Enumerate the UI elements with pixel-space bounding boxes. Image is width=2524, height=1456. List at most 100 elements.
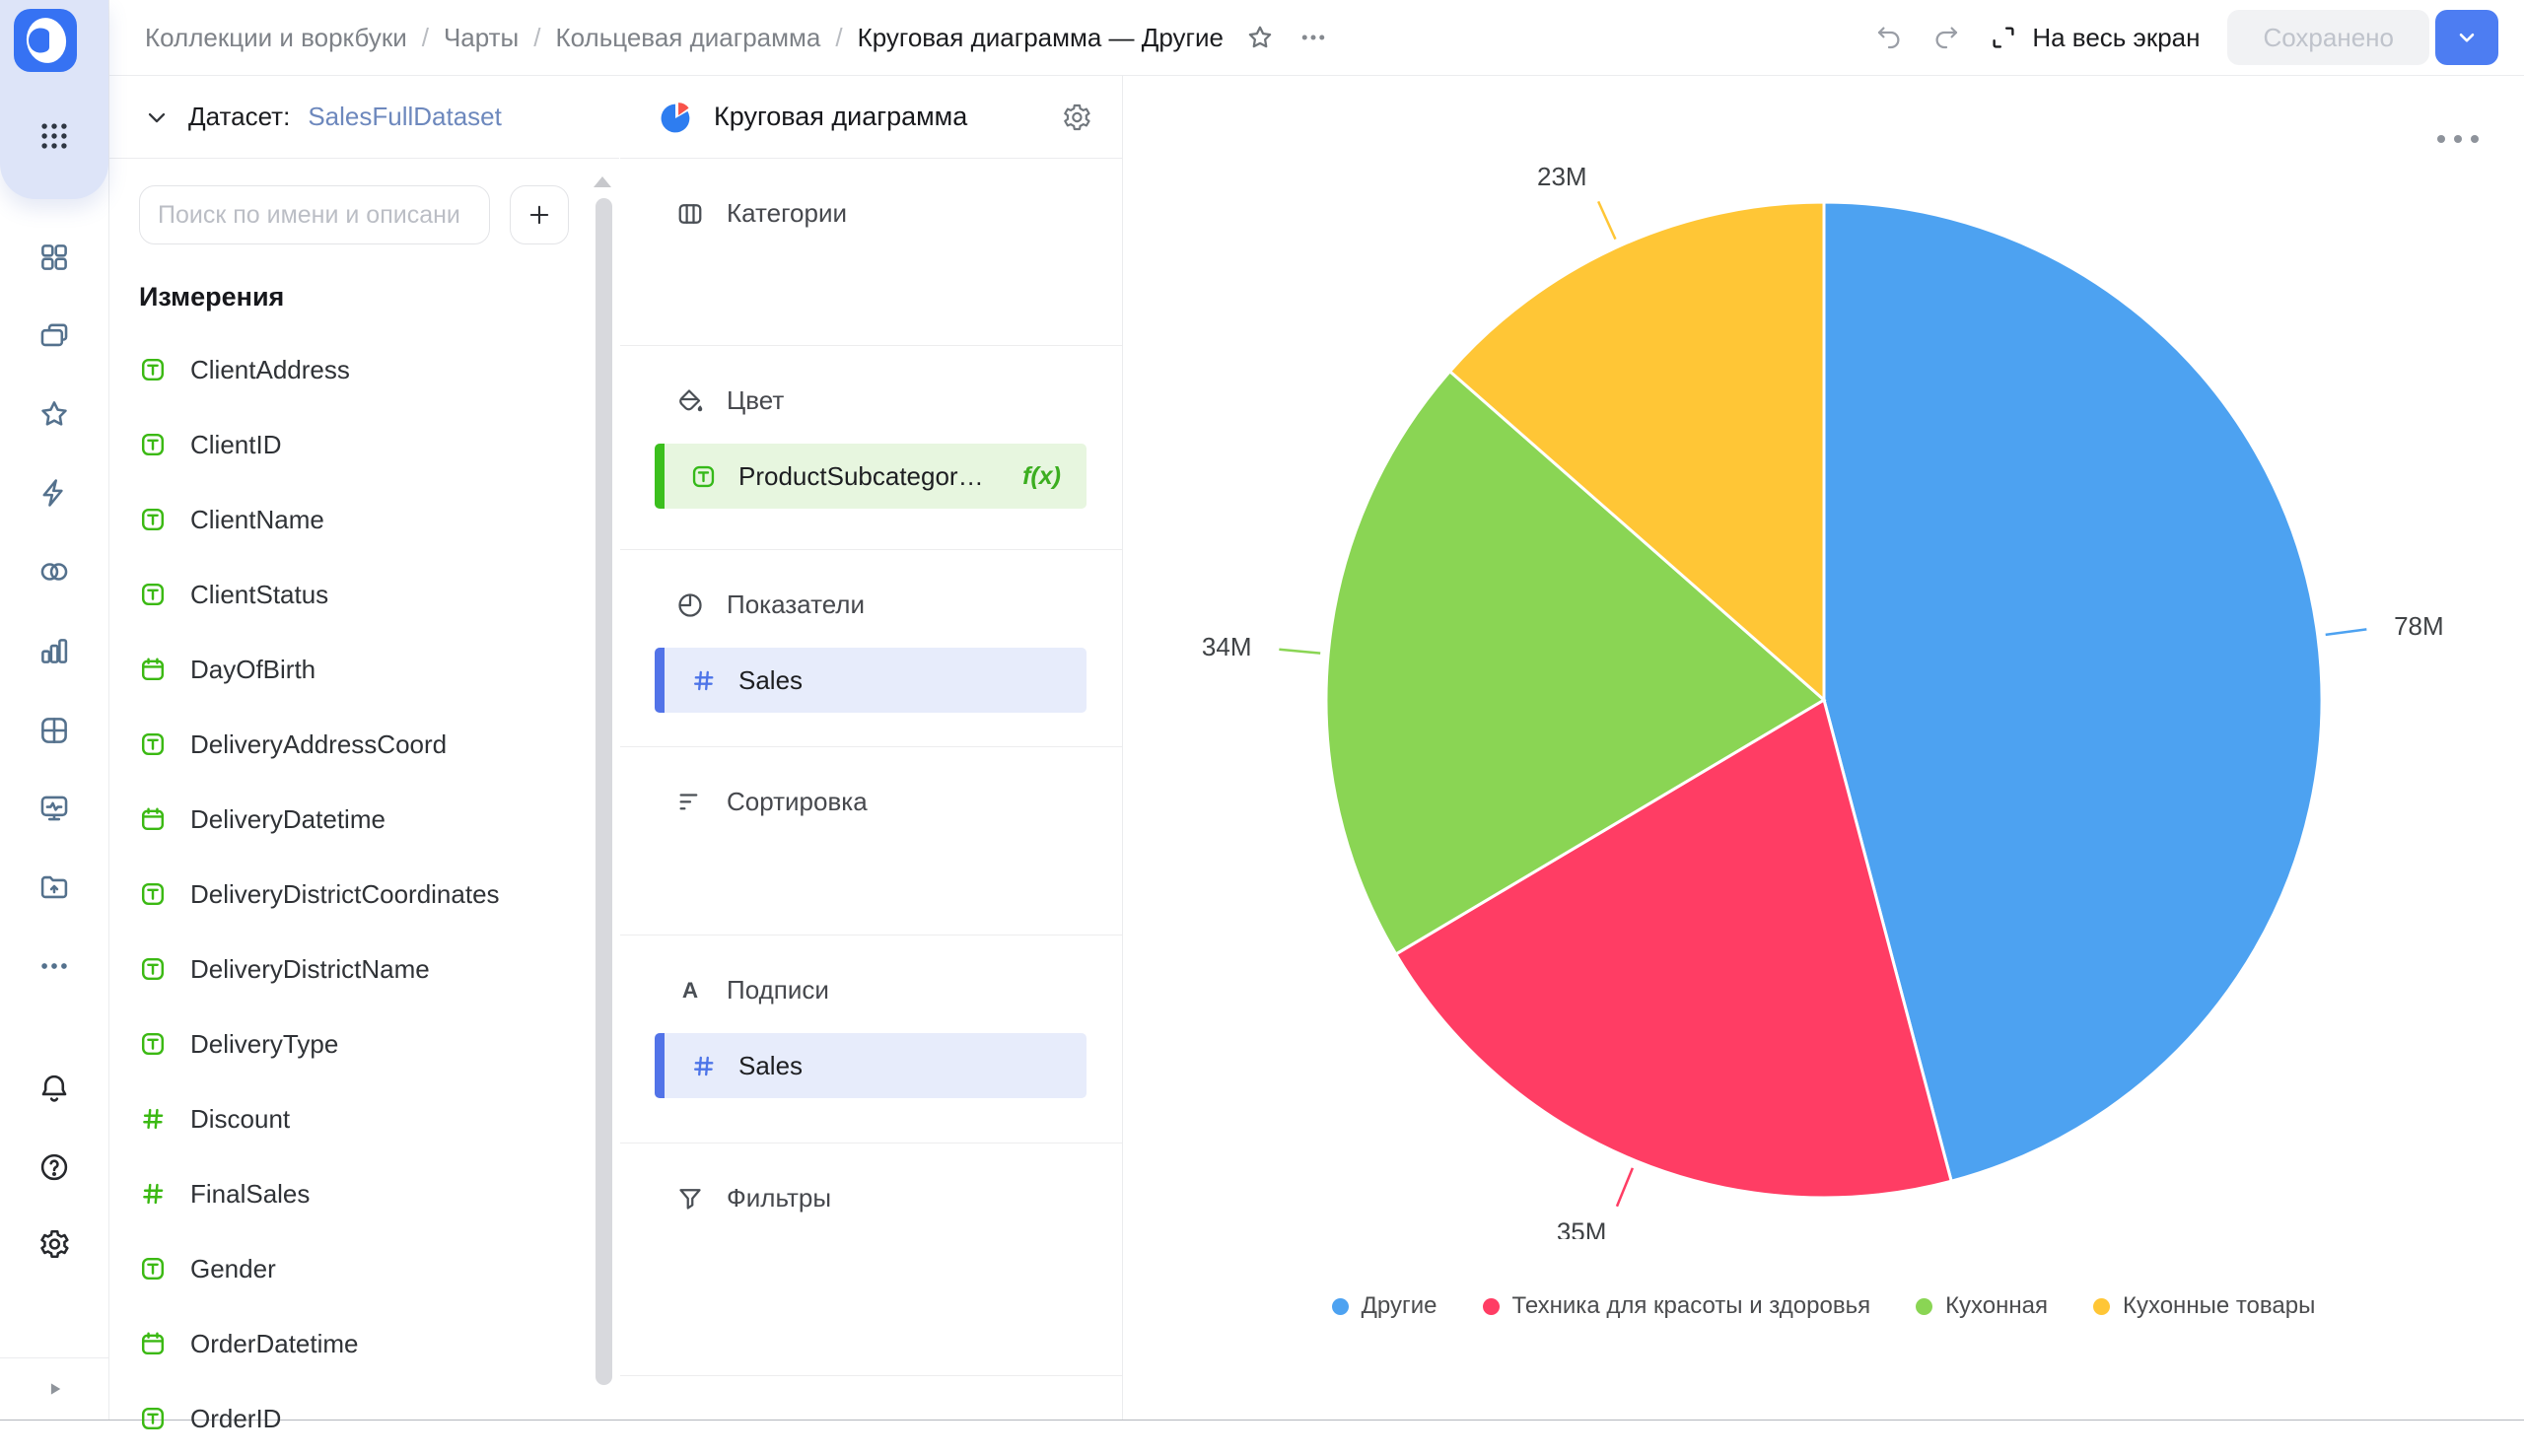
section-header: Категории <box>620 159 1122 229</box>
field-label: ClientAddress <box>190 355 350 385</box>
legend-dot <box>1332 1298 1349 1315</box>
chart-settings-gear-icon[interactable] <box>1061 102 1092 133</box>
rail-tables-icon[interactable] <box>0 703 108 758</box>
type-text-icon <box>139 730 167 758</box>
field-row[interactable]: Discount <box>109 1081 619 1156</box>
rail-notifications-bell-icon[interactable] <box>0 1061 108 1116</box>
legend-item[interactable]: Техника для красоты и здоровья <box>1483 1292 1871 1320</box>
add-field-button[interactable] <box>510 185 569 244</box>
rail-dashboards-icon[interactable] <box>0 781 108 836</box>
left-rail <box>0 0 109 1420</box>
rail-settings-gear-icon[interactable] <box>0 1216 108 1272</box>
chart-type-title: Круговая диаграмма <box>714 102 967 132</box>
section-label: Фильтры <box>727 1183 831 1213</box>
chart-type-header: Круговая диаграмма <box>620 76 1122 159</box>
field-row[interactable]: DeliveryDistrictCoordinates <box>109 857 619 932</box>
field-row[interactable]: DeliveryDatetime <box>109 782 619 857</box>
field-row[interactable]: DayOfBirth <box>109 632 619 707</box>
breadcrumb-more-icon[interactable] <box>1298 23 1328 52</box>
dataset-header: Датасет: SalesFullDataset <box>109 76 619 159</box>
field-row[interactable]: ClientAddress <box>109 332 619 407</box>
expand-sidebar-button[interactable] <box>39 1374 69 1404</box>
field-row[interactable]: ClientID <box>109 407 619 482</box>
field-row[interactable]: ClientStatus <box>109 557 619 632</box>
field-row[interactable]: OrderDatetime <box>109 1306 619 1381</box>
breadcrumb-item[interactable]: Коллекции и воркбуки <box>145 23 407 53</box>
scroll-up-icon[interactable] <box>594 176 611 187</box>
legend-dot <box>1916 1298 1932 1315</box>
rail-storage-folder-icon[interactable] <box>0 860 108 915</box>
field-row[interactable]: OrderID <box>109 1381 619 1456</box>
breadcrumb: Коллекции и воркбуки / Чарты / Кольцевая диа… <box>145 23 1224 53</box>
type-text-icon <box>139 955 167 983</box>
legend-item[interactable]: Кухонные товары <box>2093 1292 2315 1320</box>
field-label: DeliveryDistrictName <box>190 954 430 985</box>
sort-lines-icon <box>675 788 705 817</box>
redo-icon[interactable] <box>1931 23 1961 52</box>
rail-apps-grid-icon[interactable] <box>0 108 108 164</box>
undo-icon[interactable] <box>1874 23 1904 52</box>
search-input[interactable] <box>139 185 490 244</box>
rail-overview-grid-icon[interactable] <box>0 230 108 285</box>
scrollbar[interactable] <box>596 198 612 1385</box>
field-row[interactable]: FinalSales <box>109 1156 619 1231</box>
field-row[interactable]: ClientName <box>109 482 619 557</box>
field-row[interactable]: Gender <box>109 1231 619 1306</box>
config-section-3: Показатели Sales <box>620 550 1122 747</box>
label-leader-line <box>1598 201 1615 239</box>
chart-config-panel: Круговая диаграмма Категории Цвет ProductS… <box>620 76 1123 1420</box>
saved-button[interactable]: Сохранено <box>2227 10 2429 65</box>
field-chip[interactable]: ProductSubcategor…f(x) <box>655 444 1087 509</box>
legend-item[interactable]: Кухонная <box>1916 1292 2048 1320</box>
datalens-logo[interactable] <box>14 9 77 72</box>
chip-label: ProductSubcategor… <box>738 461 984 492</box>
breadcrumb-item[interactable]: Кольцевая диаграмма <box>555 23 820 53</box>
favorite-star-icon[interactable] <box>1245 23 1275 52</box>
collapse-chevron-icon[interactable] <box>143 104 171 131</box>
legend-dot <box>2093 1298 2110 1315</box>
pie-chart-type-icon <box>658 99 694 135</box>
chip-accent-bar <box>655 444 665 509</box>
fullscreen-button[interactable]: На весь экран <box>1989 23 2200 53</box>
section-header: Цвет <box>620 346 1122 416</box>
rail-connections-icon[interactable] <box>0 544 108 599</box>
rail-more-dots-icon[interactable] <box>0 938 108 994</box>
breadcrumb-item[interactable]: Чарты <box>444 23 519 53</box>
chart-preview-area: 78M35M34M23M Другие Техника для красоты и… <box>1123 76 2524 1420</box>
rail-favorites-star-icon[interactable] <box>0 386 108 442</box>
chart-more-icon[interactable] <box>2437 135 2479 143</box>
section-header: Фильтры <box>620 1144 1122 1213</box>
dataset-name-link[interactable]: SalesFullDataset <box>308 102 502 132</box>
top-bar: Коллекции и воркбуки / Чарты / Кольцевая диа… <box>109 0 2524 76</box>
breadcrumb-item: Круговая диаграмма — Другие <box>858 23 1224 53</box>
field-label: ClientName <box>190 505 324 535</box>
section-label: Сортировка <box>727 787 868 817</box>
rail-help-icon[interactable] <box>0 1140 108 1195</box>
field-row[interactable]: DeliveryAddressCoord <box>109 707 619 782</box>
dataset-label: Датасет: <box>188 102 290 132</box>
pie-chart: 78M35M34M23M <box>1123 76 2524 1239</box>
rail-functions-bolt-icon[interactable] <box>0 465 108 520</box>
field-label: Gender <box>190 1254 276 1284</box>
dataset-panel: Датасет: SalesFullDataset Измерения Clie… <box>109 76 619 1420</box>
type-date-icon <box>139 805 167 833</box>
field-label: FinalSales <box>190 1179 310 1210</box>
breadcrumb-separator: / <box>422 23 429 53</box>
legend-item[interactable]: Другие <box>1332 1292 1437 1320</box>
rail-charts-icon[interactable] <box>0 623 108 678</box>
field-chip[interactable]: Sales <box>655 1033 1087 1098</box>
save-menu-chevron-button[interactable] <box>2435 10 2498 65</box>
field-label: ClientID <box>190 430 281 460</box>
section-label: Показатели <box>727 589 865 620</box>
chip-label: Sales <box>738 1051 803 1081</box>
svg-text:A: A <box>682 977 698 1002</box>
field-chip[interactable]: Sales <box>655 648 1087 713</box>
type-text-icon <box>139 506 167 533</box>
columns-icon <box>675 199 705 229</box>
field-row[interactable]: DeliveryDistrictName <box>109 932 619 1006</box>
rail-collections-icon[interactable] <box>0 308 108 363</box>
section-header: Показатели <box>620 550 1122 620</box>
chart-legend: Другие Техника для красоты и здоровья Кухо… <box>1123 1292 2524 1320</box>
breadcrumb-separator: / <box>835 23 842 53</box>
field-row[interactable]: DeliveryType <box>109 1006 619 1081</box>
